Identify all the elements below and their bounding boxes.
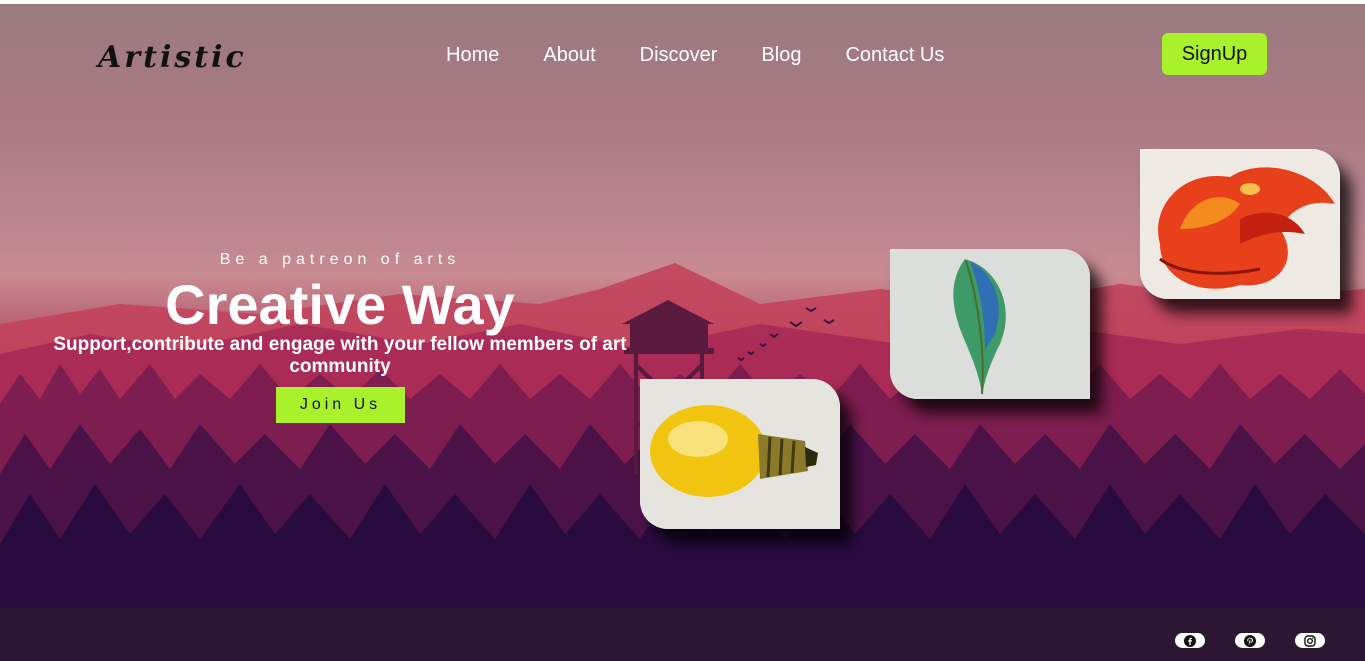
nav-blog[interactable]: Blog	[761, 44, 801, 67]
instagram-icon	[1304, 634, 1316, 647]
site-footer	[0, 608, 1365, 661]
nav-discover[interactable]: Discover	[640, 44, 718, 67]
ganesha-painting-image	[1140, 149, 1340, 299]
facebook-icon	[1184, 634, 1196, 647]
signup-button[interactable]: SignUp	[1162, 33, 1267, 75]
ganesha-painting[interactable]	[1140, 149, 1340, 299]
site-logo[interactable]: Artistic	[98, 40, 247, 75]
facebook-link[interactable]	[1175, 633, 1205, 648]
feather-painting-image	[890, 249, 1090, 399]
nav-home[interactable]: Home	[446, 44, 499, 67]
nav-contact-us[interactable]: Contact Us	[845, 44, 944, 67]
join-us-button[interactable]: Join Us	[276, 387, 405, 423]
lightbulb-painting[interactable]	[640, 379, 840, 529]
pinterest-icon	[1244, 634, 1256, 647]
hero-section: Artistic Home About Discover Blog Contac…	[0, 4, 1365, 608]
pinterest-link[interactable]	[1235, 633, 1265, 648]
main-navigation: Home About Discover Blog Contact Us	[446, 44, 988, 67]
nav-about[interactable]: About	[543, 44, 595, 67]
hero-headline: Creative Way	[165, 273, 515, 336]
feather-painting[interactable]	[890, 249, 1090, 399]
instagram-link[interactable]	[1295, 633, 1325, 648]
hero-tagline: Be a patreon of arts	[219, 251, 461, 268]
lightbulb-painting-image	[640, 379, 840, 529]
hero-subline: Support,contribute and engage with your …	[53, 334, 627, 377]
